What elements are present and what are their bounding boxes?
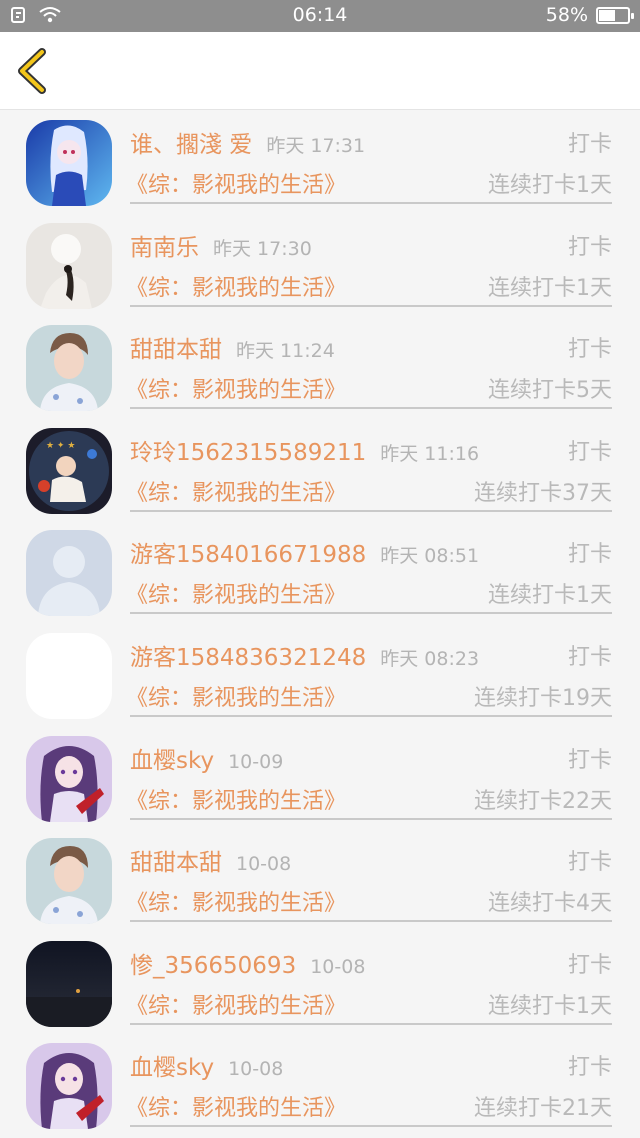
list-item[interactable]: 甜甜本甜 10-08 打卡 《综：影视我的生活》 连续打卡4天	[0, 828, 640, 931]
list-item[interactable]: ★ ✦ ★ 玲玲1562315589211 昨天 11:16 打卡 《综：影视我的…	[0, 418, 640, 521]
streak-count: 连续打卡5天	[488, 378, 612, 404]
user-name[interactable]: 惨_356650693 10-08	[130, 946, 365, 980]
list-item-content: 惨_356650693 10-08 打卡 《综：影视我的生活》 连续打卡1天	[126, 931, 612, 1025]
list-item[interactable]: 血樱sky 10-08 打卡 《综：影视我的生活》 连续打卡21天	[0, 1033, 640, 1136]
checkin-time: 昨天 17:30	[213, 237, 312, 260]
book-title[interactable]: 《综：影视我的生活》	[126, 885, 346, 917]
book-title[interactable]: 《综：影视我的生活》	[126, 1090, 346, 1122]
list-item-content: 南南乐 昨天 17:30 打卡 《综：影视我的生活》 连续打卡1天	[126, 213, 612, 307]
checkin-time: 10-09	[228, 750, 284, 773]
list-item[interactable]: 游客1584016671988 昨天 08:51 打卡 《综：影视我的生活》 连续…	[0, 520, 640, 623]
checkin-time: 昨天 08:23	[380, 647, 480, 670]
checkin-time: 昨天 11:24	[236, 340, 335, 363]
nav-bar	[0, 32, 640, 110]
list-item[interactable]: 血樱sky 10-09 打卡 《综：影视我的生活》 连续打卡22天	[0, 726, 640, 829]
checkin-list: 谁、擱淺 爱昨天 17:31 打卡 《综：影视我的生活》 连续打卡1天 南南乐昨…	[0, 110, 640, 1136]
checkin-label: 打卡	[567, 132, 612, 157]
checkin-time: 10-08	[228, 1058, 284, 1081]
streak-count: 连续打卡37天	[474, 480, 612, 506]
status-bar: 06:14 58%	[0, 0, 640, 32]
list-item-content: 血樱sky 10-08 打卡 《综：影视我的生活》 连续打卡21天	[126, 1033, 612, 1128]
checkin-label: 打卡	[567, 337, 612, 363]
checkin-time: 10-08	[236, 853, 292, 876]
list-item[interactable]: 惨_356650693 10-08 打卡 《综：影视我的生活》 连续打卡1天	[0, 931, 640, 1034]
avatar[interactable]	[26, 632, 112, 719]
book-title[interactable]: 《综：影视我的生活》	[126, 475, 346, 507]
back-button[interactable]	[10, 46, 58, 96]
book-title[interactable]: 《综：影视我的生活》	[126, 680, 346, 712]
list-item-content: 玲玲1562315589211 昨天 11:16 打卡 《综：影视我的生活》 连续…	[126, 418, 612, 512]
user-name[interactable]: 南南乐 昨天 17:30	[130, 228, 312, 262]
streak-count: 连续打卡1天	[488, 583, 612, 609]
avatar[interactable]	[26, 1043, 112, 1130]
checkin-label: 打卡	[567, 850, 612, 876]
user-name[interactable]: 甜甜本甜 昨天 11:24	[130, 330, 335, 364]
book-title[interactable]: 《综：影视我的生活》	[126, 270, 346, 302]
avatar[interactable]: ★ ✦ ★	[26, 427, 112, 514]
list-item[interactable]: 南南乐 昨天 17:30 打卡 《综：影视我的生活》 连续打卡1天	[0, 213, 640, 316]
streak-count: 连续打卡19天	[474, 685, 612, 711]
book-title[interactable]: 《综：影视我的生活》	[126, 783, 346, 815]
checkin-label: 打卡	[567, 1055, 612, 1081]
chevron-left-icon	[18, 48, 46, 94]
battery-percent: 58%	[545, 4, 588, 26]
streak-count: 连续打卡1天	[488, 993, 612, 1019]
avatar[interactable]	[26, 940, 112, 1027]
user-name[interactable]: 游客1584836321248 昨天 08:23	[130, 638, 479, 672]
streak-count: 连续打卡1天	[488, 173, 612, 198]
list-item-content: 甜甜本甜 10-08 打卡 《综：影视我的生活》 连续打卡4天	[126, 828, 612, 923]
list-item-content: 游客1584836321248 昨天 08:23 打卡 《综：影视我的生活》 连续…	[126, 623, 612, 717]
list-item-content: 血樱sky 10-09 打卡 《综：影视我的生活》 连续打卡22天	[126, 726, 612, 820]
list-item-content: 甜甜本甜 昨天 11:24 打卡 《综：影视我的生活》 连续打卡5天	[126, 315, 612, 410]
streak-count: 连续打卡1天	[488, 275, 612, 301]
streak-count: 连续打卡4天	[488, 891, 612, 917]
checkin-time: 昨天 08:51	[380, 545, 480, 568]
avatar[interactable]	[26, 120, 112, 206]
streak-count: 连续打卡22天	[474, 788, 612, 814]
list-item[interactable]: 游客1584836321248 昨天 08:23 打卡 《综：影视我的生活》 连续…	[0, 623, 640, 726]
checkin-label: 打卡	[567, 542, 612, 568]
streak-count: 连续打卡21天	[474, 1096, 612, 1122]
checkin-time: 昨天 11:16	[380, 442, 480, 465]
book-title[interactable]: 《综：影视我的生活》	[126, 577, 346, 609]
list-item-content: 谁、擱淺 爱昨天 17:31 打卡 《综：影视我的生活》 连续打卡1天	[126, 110, 612, 204]
checkin-label: 打卡	[567, 747, 612, 773]
user-name[interactable]: 甜甜本甜 10-08	[130, 843, 291, 877]
checkin-label: 打卡	[567, 952, 612, 978]
avatar[interactable]	[26, 325, 112, 412]
checkin-time: 10-08	[310, 955, 366, 978]
user-name[interactable]: 谁、擱淺 爱昨天 17:31	[130, 125, 365, 159]
svg-text:★ ✦ ★: ★ ✦ ★	[46, 441, 75, 451]
book-title[interactable]: 《综：影视我的生活》	[126, 988, 346, 1020]
book-title[interactable]: 《综：影视我的生活》	[126, 167, 346, 199]
checkin-label: 打卡	[567, 644, 612, 670]
user-name[interactable]: 玲玲1562315589211 昨天 11:16	[130, 433, 479, 467]
user-name[interactable]: 游客1584016671988 昨天 08:51	[130, 535, 479, 569]
book-title[interactable]: 《综：影视我的生活》	[126, 372, 346, 404]
list-item[interactable]: 甜甜本甜 昨天 11:24 打卡 《综：影视我的生活》 连续打卡5天	[0, 315, 640, 418]
clock: 06:14	[292, 4, 348, 26]
checkin-label: 打卡	[567, 439, 612, 465]
avatar[interactable]	[26, 222, 112, 309]
battery-icon	[596, 6, 634, 24]
list-item[interactable]: 谁、擱淺 爱昨天 17:31 打卡 《综：影视我的生活》 连续打卡1天	[0, 110, 640, 213]
user-name[interactable]: 血樱sky 10-08	[130, 1048, 283, 1082]
checkin-time: 昨天 17:31	[266, 135, 366, 157]
list-item-content: 游客1584016671988 昨天 08:51 打卡 《综：影视我的生活》 连续…	[126, 520, 612, 615]
avatar[interactable]	[26, 735, 112, 822]
avatar[interactable]	[26, 838, 112, 925]
checkin-label: 打卡	[567, 234, 612, 260]
user-name[interactable]: 血樱sky 10-09	[130, 741, 283, 775]
avatar[interactable]	[26, 530, 112, 617]
